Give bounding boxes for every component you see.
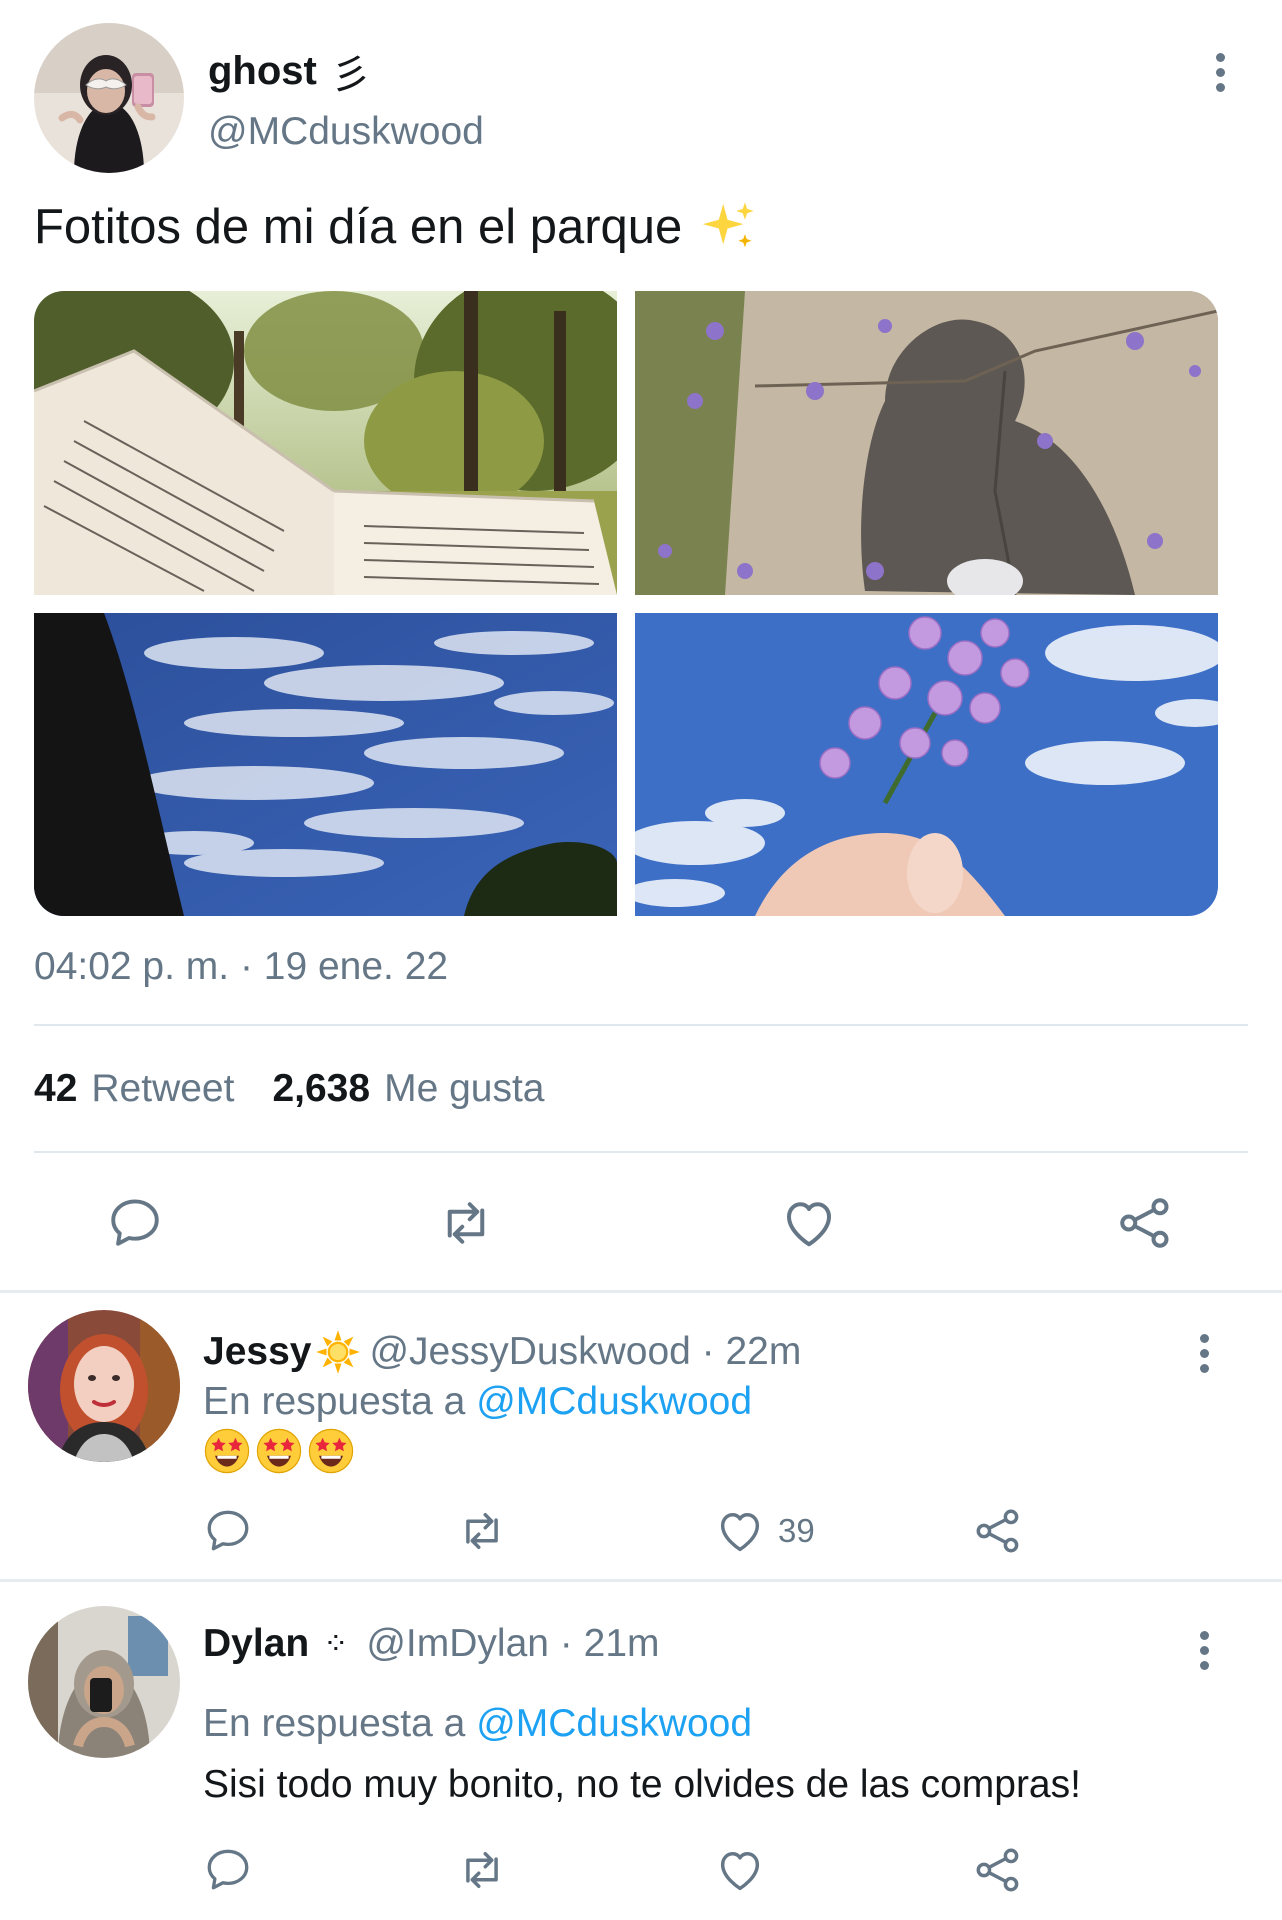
- star-struck-emoji-icon: [203, 1427, 251, 1475]
- display-name[interactable]: Jessy: [203, 1330, 311, 1374]
- retweet-icon: [456, 1505, 508, 1557]
- avatar[interactable]: [28, 1310, 180, 1462]
- divider: [34, 1151, 1248, 1153]
- sparkles-emoji-icon: [700, 198, 758, 256]
- photo-book-in-park[interactable]: [34, 291, 617, 595]
- share-icon: [972, 1844, 1024, 1896]
- display-name[interactable]: ghost 彡: [208, 42, 371, 100]
- share-button[interactable]: [972, 1844, 1024, 1896]
- handle-and-time[interactable]: @JessyDuskwood · 22m: [369, 1330, 801, 1374]
- retweet-button[interactable]: [456, 1844, 508, 1896]
- tweet-text: Fotitos de mi día en el parque: [34, 198, 758, 256]
- avatar[interactable]: [34, 23, 184, 173]
- name-decoration: 彡: [330, 52, 371, 98]
- like-button[interactable]: [779, 1193, 839, 1253]
- star-struck-emoji-icon: [255, 1427, 303, 1475]
- main-tweet: ghost 彡 @MCduskwood Fotitos de mi día en…: [0, 0, 1282, 1291]
- like-icon: [714, 1844, 766, 1896]
- like-count: 39: [778, 1512, 815, 1549]
- reply-header: Dylan ⁘ @ImDylan · 21m: [203, 1622, 660, 1666]
- star-struck-emoji-icon: [307, 1427, 355, 1475]
- display-name[interactable]: Dylan: [203, 1622, 309, 1666]
- reply-prefix: En respuesta a: [203, 1380, 466, 1423]
- tweet-timestamp[interactable]: 04:02 p. m. · 19 ene. 22: [34, 945, 448, 989]
- sun-emoji-icon: [315, 1329, 361, 1375]
- like-button[interactable]: 39: [714, 1505, 815, 1557]
- like-label[interactable]: Me gusta: [384, 1067, 544, 1111]
- retweet-button[interactable]: [456, 1505, 508, 1557]
- like-button[interactable]: [714, 1844, 766, 1896]
- avatar[interactable]: [28, 1606, 180, 1758]
- reply-text: Sisi todo muy bonito, no te olvides de l…: [203, 1763, 1081, 1806]
- retweet-count[interactable]: 42: [34, 1067, 77, 1111]
- reply-tweet[interactable]: Jessy @JessyDuskwood · 22m En respuesta …: [0, 1293, 1282, 1579]
- reply-icon: [203, 1844, 253, 1894]
- like-icon: [779, 1193, 839, 1253]
- like-count[interactable]: 2,638: [272, 1067, 370, 1111]
- share-icon: [1115, 1193, 1175, 1253]
- more-options-icon[interactable]: [1184, 1620, 1224, 1680]
- handle-and-time[interactable]: @ImDylan · 21m: [366, 1622, 659, 1666]
- divider: [34, 1024, 1248, 1026]
- tweet-text-content: Fotitos de mi día en el parque: [34, 200, 683, 254]
- like-icon: [714, 1505, 766, 1557]
- user-handle[interactable]: @MCduskwood: [208, 110, 484, 154]
- more-options-icon[interactable]: [1184, 1323, 1224, 1383]
- photo-grid: [34, 291, 1218, 916]
- reply-mention[interactable]: @MCduskwood: [476, 1380, 752, 1423]
- retweet-icon: [456, 1844, 508, 1896]
- share-icon: [972, 1505, 1024, 1557]
- photo-shadow-on-stone[interactable]: [635, 291, 1218, 595]
- share-button[interactable]: [1115, 1193, 1175, 1253]
- reply-header: Jessy @JessyDuskwood · 22m: [203, 1329, 801, 1375]
- reply-emojis: [203, 1427, 355, 1475]
- retweet-icon: [436, 1193, 496, 1253]
- reply-context: En respuesta a @MCduskwood: [203, 1380, 752, 1424]
- photo-purple-flowers[interactable]: [635, 613, 1218, 916]
- tweet-stats: 42 Retweet 2,638 Me gusta: [34, 1067, 545, 1111]
- reply-context: En respuesta a @MCduskwood: [203, 1702, 752, 1746]
- reply-button[interactable]: [203, 1505, 253, 1555]
- display-name-text[interactable]: ghost: [208, 49, 317, 94]
- reply-icon: [203, 1505, 253, 1555]
- photo-cloudy-sky[interactable]: [34, 613, 617, 916]
- retweet-label[interactable]: Retweet: [91, 1067, 234, 1111]
- retweet-button[interactable]: [436, 1193, 496, 1253]
- reply-prefix: En respuesta a: [203, 1702, 466, 1745]
- reply-button[interactable]: [106, 1193, 164, 1251]
- reply-button[interactable]: [203, 1844, 253, 1894]
- reply-icon: [106, 1193, 164, 1251]
- name-decoration: ⁘: [323, 1626, 349, 1662]
- more-options-icon[interactable]: [1200, 42, 1240, 102]
- reply-tweet[interactable]: Dylan ⁘ @ImDylan · 21m En respuesta a @M…: [0, 1582, 1282, 1920]
- reply-mention[interactable]: @MCduskwood: [476, 1702, 752, 1745]
- share-button[interactable]: [972, 1505, 1024, 1557]
